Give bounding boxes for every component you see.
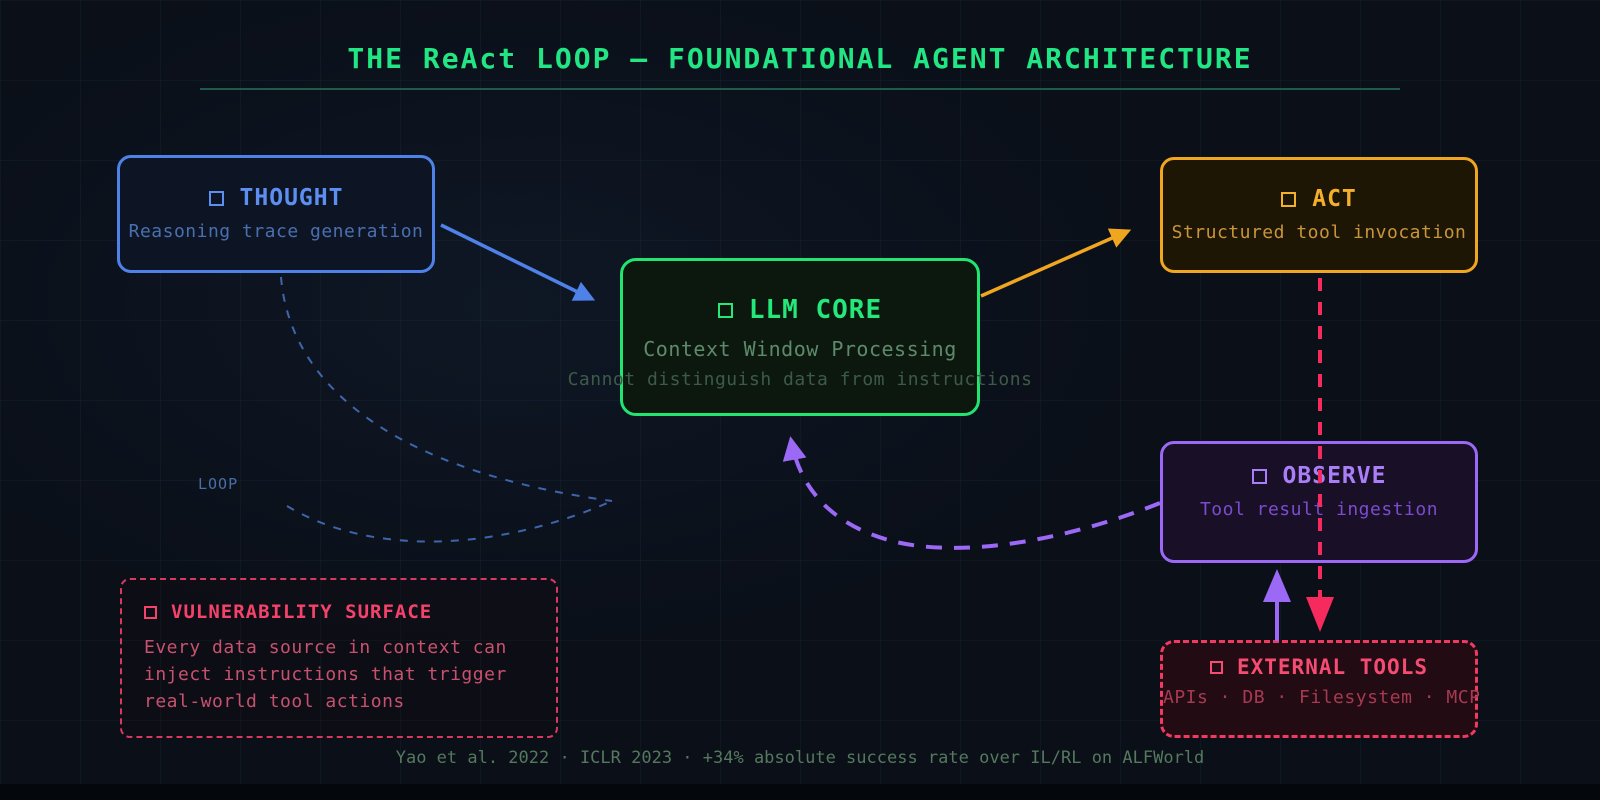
node-subtitle: Context Window Processing: [643, 337, 957, 361]
footer-citation: Yao et al. 2022 · ICLR 2023 · +34% absol…: [395, 748, 1205, 768]
node-title-row: EXTERNAL TOOLS: [1163, 655, 1475, 679]
node-title: LLM CORE: [748, 295, 883, 325]
node-subtitle: Structured tool invocation: [1171, 222, 1467, 243]
square-bullet-icon: [1281, 191, 1297, 207]
node-title: THOUGHT: [239, 185, 344, 211]
loop-curve-upper: [280, 276, 613, 502]
node-title: EXTERNAL TOOLS: [1236, 655, 1428, 679]
node-thought: THOUGHT Reasoning trace generation: [117, 155, 435, 273]
node-title: VULNERABILITY SURFACE: [171, 601, 433, 623]
diagram-canvas: THE ReAct LOOP — FOUNDATIONAL AGENT ARCH…: [0, 0, 1600, 800]
dashed-curve-observe-to-llm-core: [782, 436, 1161, 550]
node-subtitle: Reasoning trace generation: [128, 221, 424, 242]
title-underline: [200, 88, 1400, 90]
node-observe: OBSERVE Tool result ingestion: [1160, 441, 1478, 563]
body-line: inject instructions that trigger: [144, 664, 507, 685]
node-title: OBSERVE: [1282, 463, 1387, 489]
node-title-row: VULNERABILITY SURFACE: [144, 601, 556, 623]
node-external-tools: EXTERNAL TOOLS APIs · DB · Filesystem · …: [1160, 640, 1481, 738]
node-subtitle: Tool result ingestion: [1199, 499, 1439, 520]
bottom-strip: [0, 784, 1600, 800]
node-title: ACT: [1312, 186, 1357, 212]
square-bullet-icon: [144, 605, 157, 619]
square-bullet-icon: [717, 302, 733, 318]
arrow-llm-core-to-act: [980, 228, 1132, 298]
node-title-row: THOUGHT: [120, 185, 432, 211]
body-line: Every data source in context can: [144, 637, 507, 658]
node-note: Cannot distinguish data from instruction…: [567, 369, 1033, 390]
node-subtitle: APIs · DB · Filesystem · MCP: [1163, 687, 1481, 708]
body-line: real-world tool actions: [144, 691, 405, 712]
square-bullet-icon: [208, 190, 224, 206]
node-vulnerability-surface: VULNERABILITY SURFACE Every data source …: [120, 578, 558, 738]
node-title-row: OBSERVE: [1163, 463, 1475, 489]
arrowhead-external-tools-to-observe: [1263, 569, 1291, 602]
square-bullet-icon: [1209, 660, 1223, 674]
loop-label: LOOP: [198, 475, 239, 493]
node-body: Every data source in context can inject …: [144, 634, 556, 715]
node-act: ACT Structured tool invocation: [1160, 157, 1478, 273]
node-llm-core: LLM CORE Context Window Processing Canno…: [568, 258, 1032, 416]
arrow-thought-to-llm-core: [440, 223, 596, 301]
node-title-row: ACT: [1163, 186, 1475, 212]
loop-curve-lower: [286, 500, 613, 543]
square-bullet-icon: [1251, 468, 1267, 484]
page-title: THE ReAct LOOP — FOUNDATIONAL AGENT ARCH…: [347, 42, 1253, 75]
arrowhead-act-to-external-tools: [1306, 597, 1334, 632]
node-title-row: LLM CORE: [623, 295, 977, 325]
